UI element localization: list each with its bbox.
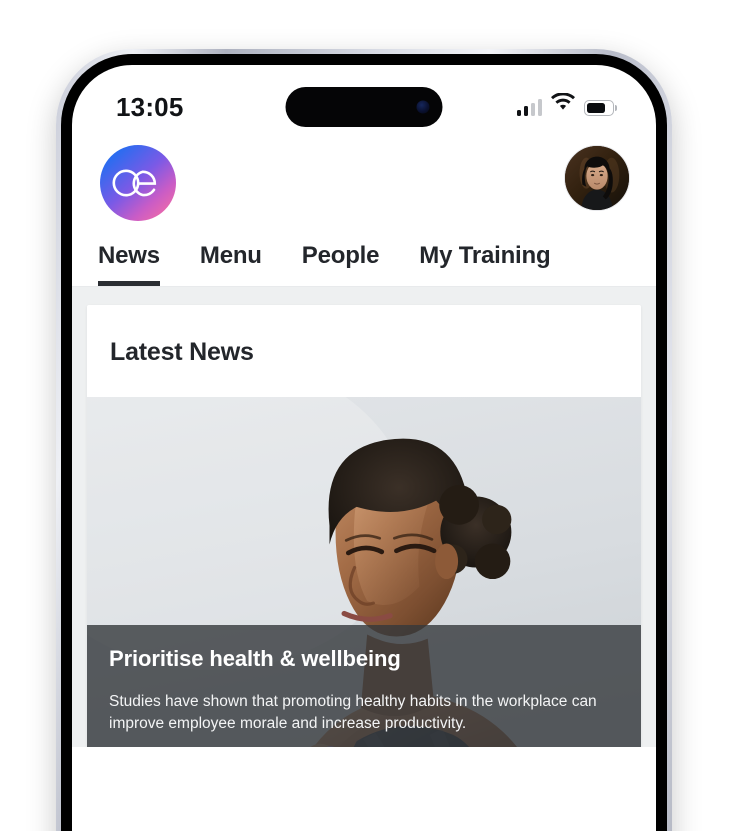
article-description: Studies have shown that promoting health… xyxy=(109,693,597,732)
front-camera-icon xyxy=(416,100,430,114)
article-overlay: Prioritise health & wellbeing Studies ha… xyxy=(87,625,641,747)
phone-screen: 13:05 News Menu People My Training Lates… xyxy=(72,65,656,831)
main-tabs: News Menu People My Training xyxy=(72,241,656,287)
article-hero[interactable]: Prioritise health & wellbeing Studies ha… xyxy=(87,397,641,747)
tab-menu[interactable]: Menu xyxy=(200,242,262,286)
tab-my-training[interactable]: My Training xyxy=(419,242,550,286)
latest-news-card: Latest News Prioritise health & wellbein… xyxy=(87,305,641,747)
news-feed[interactable]: Latest News Prioritise health & wellbein… xyxy=(72,287,656,747)
tab-news[interactable]: News xyxy=(98,242,160,286)
app-header xyxy=(72,133,656,241)
page-title: Latest News xyxy=(110,338,254,366)
dynamic-island xyxy=(285,87,443,127)
status-bar: 13:05 xyxy=(72,65,656,133)
tab-people[interactable]: People xyxy=(302,242,380,286)
wifi-icon xyxy=(551,92,575,116)
status-indicators xyxy=(516,92,618,116)
user-avatar[interactable] xyxy=(564,145,630,211)
phone-bezel: 13:05 News Menu People My Training Lates… xyxy=(61,54,667,831)
cellular-signal-icon xyxy=(516,99,542,116)
status-time: 13:05 xyxy=(116,92,184,122)
oe-brand-logo-icon[interactable] xyxy=(100,145,176,221)
article-heading: Prioritise health & wellbeing xyxy=(109,646,401,671)
screenshot-stage: 13:05 News Menu People My Training Lates… xyxy=(0,0,737,831)
battery-icon xyxy=(584,100,618,116)
phone-frame: 13:05 News Menu People My Training Lates… xyxy=(56,49,672,831)
